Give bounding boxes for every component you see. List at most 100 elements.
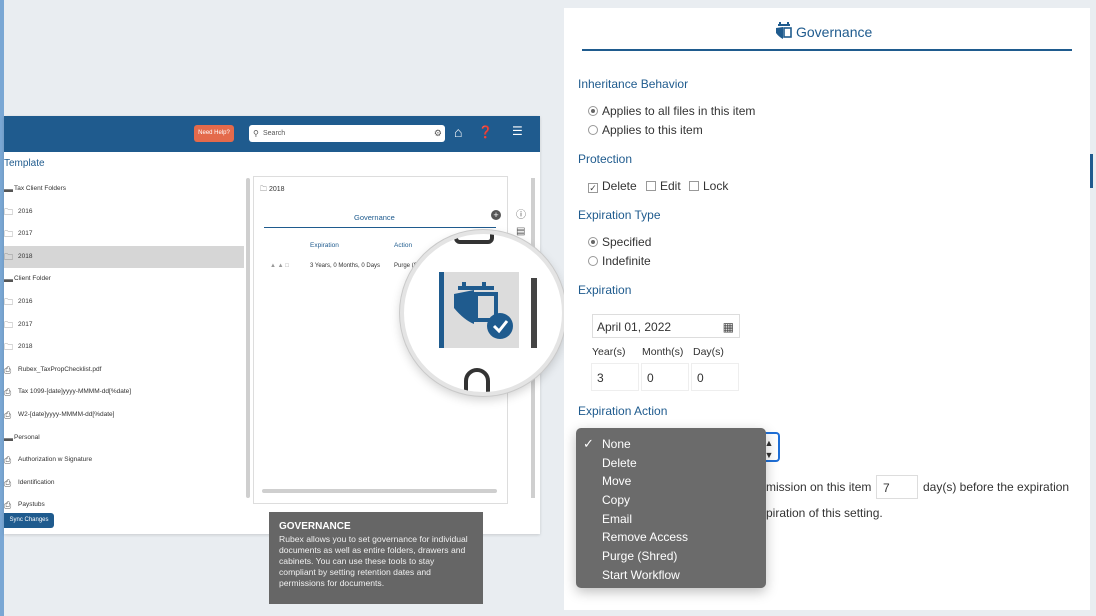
- tree-item-label: 2016: [18, 207, 33, 215]
- days-input[interactable]: 0: [691, 363, 739, 391]
- folder-icon: 🗀: [4, 251, 14, 262]
- expiration-title: Expiration: [578, 283, 632, 297]
- gear-icon[interactable]: ⚙: [434, 125, 442, 142]
- governance-tooltip: GOVERNANCE Rubex allows you to set gover…: [269, 512, 483, 604]
- dropdown-option[interactable]: ✓ None: [576, 435, 766, 454]
- protection-lock-label: Lock: [703, 179, 729, 193]
- expiration-type-specified[interactable]: Specified: [588, 235, 651, 249]
- protection-edit[interactable]: Edit: [646, 179, 681, 193]
- tree-scrollbar[interactable]: [246, 178, 250, 498]
- tree-item[interactable]: ▬ Client Folder: [4, 268, 244, 291]
- months-label: Month(s): [642, 346, 684, 358]
- calendar-icon[interactable]: ▦: [723, 315, 734, 339]
- need-help-button[interactable]: Need Help?: [194, 125, 234, 142]
- tree-item-label: Tax 1099-[date]yyyy-MMMM-dd[%date]: [18, 388, 132, 396]
- protection-lock[interactable]: Lock: [689, 179, 728, 193]
- checkbox-checked[interactable]: ✓: [588, 183, 598, 193]
- radio-unselected[interactable]: [588, 125, 598, 135]
- expiration-type-indefinite-label: Indefinite: [602, 254, 651, 268]
- tree-item[interactable]: ⎙ Authorization w Signature: [4, 449, 244, 472]
- help-icon[interactable]: ❓: [478, 125, 493, 139]
- radio-selected[interactable]: [588, 237, 598, 247]
- tree-item[interactable]: ⎙ W2-[date]yyyy-MMMM-dd[%date]: [4, 404, 244, 427]
- dropdown-option[interactable]: Move: [576, 472, 766, 491]
- radio-selected[interactable]: [588, 106, 598, 116]
- notify-text-2: day(s) before the expiration: [923, 480, 1070, 494]
- expiration-type-indefinite[interactable]: Indefinite: [588, 254, 651, 268]
- radio-unselected[interactable]: [588, 256, 598, 266]
- tree-item[interactable]: 🗀 2018: [4, 336, 244, 359]
- years-input[interactable]: 3: [591, 363, 639, 391]
- app-search-input[interactable]: ⚲ Search ⚙: [249, 125, 445, 142]
- tasks-icon[interactable]: ☰: [512, 124, 523, 138]
- checkbox-unchecked[interactable]: [646, 181, 656, 191]
- governance-scrollbar[interactable]: [1090, 154, 1093, 188]
- dropdown-option[interactable]: Purge (Shred): [576, 547, 766, 566]
- dropdown-option-label: Move: [602, 474, 632, 489]
- tree-item-label: Rubex_TaxPropChecklist.pdf: [18, 365, 102, 373]
- add-icon[interactable]: +: [491, 210, 501, 220]
- expiration-type-title: Expiration Type: [578, 208, 661, 222]
- home-icon[interactable]: ⌂: [454, 124, 462, 140]
- months-input[interactable]: 0: [641, 363, 689, 391]
- protection-delete[interactable]: ✓ Delete: [588, 179, 637, 193]
- document-icon: ⎙: [4, 477, 12, 488]
- inheritance-option-all[interactable]: Applies to all files in this item: [588, 104, 755, 118]
- expiration-date-input[interactable]: April 01, 2022 ▦: [592, 314, 740, 338]
- dropdown-option[interactable]: Remove Access: [576, 528, 766, 547]
- tree-item[interactable]: 🗀 2017: [4, 223, 244, 246]
- col-action: Action: [394, 242, 413, 249]
- tree-item[interactable]: ▬ Tax Client Folders: [4, 178, 244, 201]
- tree-item-label: 2016: [18, 297, 33, 305]
- dropdown-option[interactable]: Email: [576, 510, 766, 529]
- tree-item[interactable]: 🗀 2016: [4, 291, 244, 314]
- tree-item[interactable]: 🗀 2017: [4, 314, 244, 337]
- clipboard-icon[interactable]: ▤: [516, 226, 525, 237]
- folder-icon: 🗀: [4, 296, 14, 307]
- page-title: Template: [4, 158, 45, 169]
- cabinet-icon: ▬: [4, 184, 13, 194]
- days-label: Day(s): [693, 346, 724, 358]
- tooltip-title: GOVERNANCE: [279, 521, 351, 532]
- inheritance-option-item[interactable]: Applies to this item: [588, 123, 703, 137]
- folder-tree: ▬ Tax Client Folders 🗀 2016 🗀 2017 🗀 2018 ▬ Clien…: [4, 178, 244, 517]
- info-icon[interactable]: ⓘ: [516, 206, 526, 221]
- governance-icon-highlight: [439, 272, 519, 348]
- tree-item-label: Personal: [14, 433, 40, 441]
- col-expiration: Expiration: [310, 242, 339, 249]
- dropdown-option-label: Remove Access: [602, 530, 689, 545]
- checkmark-icon: ✓: [583, 436, 594, 451]
- sync-changes-button[interactable]: Sync Changes: [4, 513, 54, 528]
- checkbox-unchecked[interactable]: [689, 181, 699, 191]
- tree-item[interactable]: ⎙ Tax 1099-[date]yyyy-MMMM-dd[%date]: [4, 381, 244, 404]
- tree-item-label: Client Folder: [14, 275, 51, 283]
- header-rule: [582, 49, 1072, 51]
- row-expiration: 3 Years, 0 Months, 0 Days: [310, 263, 381, 269]
- dropdown-option[interactable]: Copy: [576, 491, 766, 510]
- dropdown-option[interactable]: Start Workflow: [576, 566, 766, 585]
- tree-item[interactable]: ⎙ Identification: [4, 472, 244, 495]
- folder-icon: 🗀: [4, 206, 14, 217]
- app-topbar: Need Help? ⚲ Search ⚙ ⌂ ❓ ☰: [4, 116, 540, 152]
- protection-title: Protection: [578, 152, 633, 166]
- tree-item[interactable]: 🗀 2016: [4, 201, 244, 224]
- document-icon: ⎙: [4, 455, 12, 466]
- tree-item-label: Tax Client Folders: [14, 185, 67, 192]
- tree-item[interactable]: ⎙ Rubex_TaxPropChecklist.pdf: [4, 359, 244, 382]
- search-icon: ⚲: [253, 129, 259, 138]
- panel-folder-label: 🗀 2018: [260, 185, 285, 196]
- folder-icon: 🗀: [260, 186, 267, 193]
- notify-days-input[interactable]: 7: [876, 475, 918, 499]
- expiration-action-title: Expiration Action: [578, 404, 668, 418]
- tree-item[interactable]: 🗀 2018: [4, 245, 244, 269]
- tree-item[interactable]: ▬ Personal: [4, 427, 244, 450]
- dropdown-option[interactable]: Delete: [576, 454, 766, 473]
- inheritance-title: Inheritance Behavior: [578, 77, 689, 91]
- governance-title: Governance: [796, 24, 873, 40]
- governance-icon: [776, 22, 792, 39]
- document-icon: ⎙: [4, 387, 12, 398]
- pdf-icon: ⎙: [4, 364, 12, 375]
- governance-icon: [454, 282, 513, 339]
- panel-scrollbar[interactable]: [262, 489, 497, 493]
- document-icon: ⎙: [4, 409, 12, 420]
